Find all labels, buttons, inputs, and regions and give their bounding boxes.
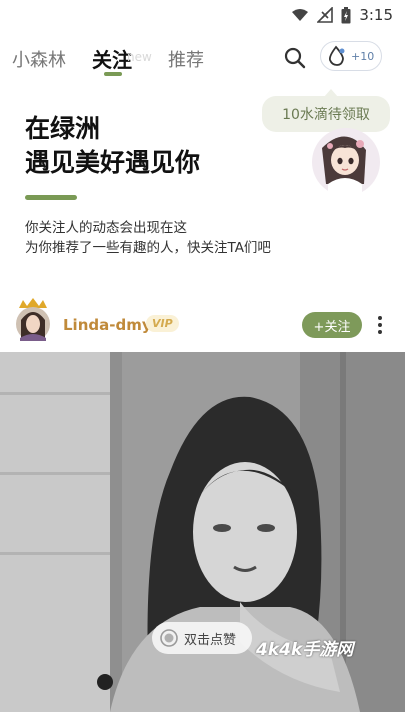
tab-forest[interactable]: 小森林 bbox=[12, 46, 66, 72]
watermark: 4k4k手游网 bbox=[256, 640, 354, 660]
double-tap-like-label: 双击点赞 bbox=[184, 632, 237, 648]
follow-button[interactable]: +关注 bbox=[302, 312, 362, 338]
description-line-1: 你关注人的动态会出现在这 bbox=[25, 220, 187, 236]
page-headline: 在绿洲 遇见美好遇见你 bbox=[25, 112, 200, 180]
tab-following[interactable]: 关注 bbox=[92, 44, 132, 73]
headline-line-2: 遇见美好遇见你 bbox=[25, 148, 201, 177]
water-drop-button[interactable]: +10 bbox=[320, 41, 382, 71]
water-drop-count: +10 bbox=[351, 49, 375, 63]
vip-badge: VIP bbox=[146, 315, 179, 332]
active-tab-indicator bbox=[104, 72, 122, 76]
avatar[interactable] bbox=[15, 298, 51, 342]
heart-icon bbox=[160, 629, 178, 647]
description-line-2: 为你推荐了一些有趣的人，快关注TA们吧 bbox=[25, 240, 271, 256]
post-photo[interactable]: 双击点赞 4k4k手游网 bbox=[0, 352, 405, 712]
status-icons: 3:15 bbox=[291, 6, 393, 24]
search-icon[interactable] bbox=[282, 45, 308, 71]
page-description: 你关注人的动态会出现在这 为你推荐了一些有趣的人，快关注TA们吧 bbox=[25, 218, 271, 258]
cartoon-girl-illustration bbox=[312, 128, 380, 196]
battery-icon bbox=[341, 6, 351, 23]
double-tap-like-hint[interactable]: 双击点赞 bbox=[152, 622, 252, 654]
post-username[interactable]: Linda-dmy bbox=[63, 316, 152, 334]
signal-icon bbox=[317, 7, 334, 23]
headline-line-1: 在绿洲 bbox=[25, 114, 101, 143]
tab-recommend[interactable]: 推荐 bbox=[168, 46, 204, 72]
header-divider bbox=[25, 195, 77, 200]
status-bar: 3:15 bbox=[0, 0, 405, 32]
bottom-tab-bar bbox=[0, 712, 405, 720]
post-header: Linda-dmy VIP +关注 bbox=[0, 292, 405, 348]
more-dot bbox=[378, 330, 382, 334]
more-dot bbox=[378, 323, 382, 327]
more-icon[interactable] bbox=[372, 312, 388, 338]
top-nav: 小森林 关注 new 推荐 +10 bbox=[0, 38, 405, 82]
status-time: 3:15 bbox=[359, 6, 393, 24]
water-drop-icon bbox=[328, 45, 345, 66]
tab-new-hint: new bbox=[127, 50, 152, 64]
more-dot bbox=[378, 316, 382, 320]
wifi-icon bbox=[292, 9, 309, 21]
